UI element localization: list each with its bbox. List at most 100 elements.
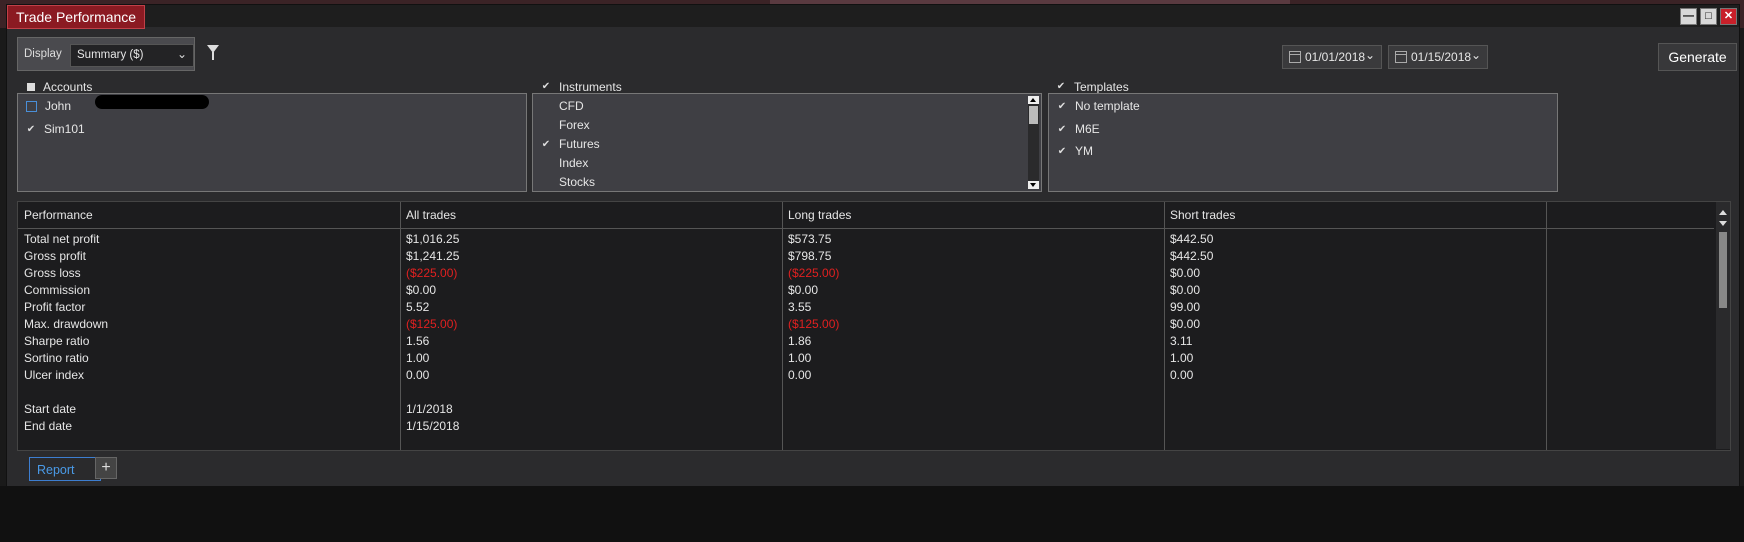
grid-cell: $573.75: [788, 232, 832, 246]
display-select-value: Summary ($): [77, 49, 144, 61]
column-header-short-trades[interactable]: Short trades: [1164, 202, 1714, 229]
tab-report[interactable]: Report: [29, 457, 101, 481]
scroll-thumb[interactable]: [1719, 232, 1727, 308]
grid-cell: 0.00: [788, 368, 812, 382]
close-button[interactable]: ✕: [1720, 8, 1737, 25]
grid-scrollbar[interactable]: [1716, 202, 1730, 449]
performance-grid: Performance All trades Long trades Short…: [17, 201, 1731, 451]
column-header-performance[interactable]: Performance: [18, 202, 400, 229]
grid-cell: Total net profit: [24, 232, 100, 246]
date-from-value: 01/01/2018: [1305, 50, 1366, 64]
instrument-cfd-label: CFD: [559, 99, 584, 113]
grid-cell: 0.00: [1170, 368, 1194, 382]
templates-header[interactable]: ✔ Templates: [1056, 79, 1129, 94]
template-item-m6e[interactable]: ✔ M6E: [1057, 122, 1100, 136]
templates-label: Templates: [1074, 79, 1129, 94]
accounts-header[interactable]: Accounts: [27, 79, 92, 94]
instrument-stocks-label: Stocks: [559, 175, 596, 189]
grid-cell: $0.00: [1170, 266, 1201, 280]
grid-cell: Gross profit: [24, 249, 87, 263]
instrument-item-forex[interactable]: Forex: [541, 118, 590, 132]
scroll-down-icon[interactable]: [1719, 221, 1727, 226]
instrument-index-label: Index: [559, 156, 589, 170]
scroll-up-icon[interactable]: [1719, 210, 1727, 215]
generate-button[interactable]: Generate: [1658, 43, 1737, 71]
instrument-stocks-checkbox[interactable]: [541, 178, 551, 188]
redaction-mark: [95, 95, 209, 109]
toolbar: Display Summary ($) ⌄ 01/01/2018 ⌄ 01/15…: [11, 35, 1737, 71]
templates-checkbox[interactable]: ✔: [1056, 81, 1066, 92]
scroll-up-icon[interactable]: [1028, 96, 1039, 104]
grid-cell: 5.52: [406, 300, 430, 314]
grid-cell: 3.11: [1170, 334, 1193, 348]
date-to-picker[interactable]: 01/15/2018 ⌄: [1388, 45, 1488, 69]
grid-cell: Profit factor: [24, 300, 86, 314]
grid-cell: Start date: [24, 402, 77, 416]
column-header-long-trades[interactable]: Long trades: [782, 202, 1164, 229]
grid-cell: $0.00: [788, 283, 819, 297]
grid-cell: 1.00: [788, 351, 812, 365]
instrument-futures-checkbox[interactable]: ✔: [541, 139, 551, 150]
scroll-down-icon[interactable]: [1028, 181, 1039, 189]
filter-icon[interactable]: [207, 45, 219, 60]
grid-cell: 1.56: [406, 334, 430, 348]
accounts-partial-checkbox[interactable]: [27, 82, 35, 91]
grid-cell: $442.50: [1170, 249, 1214, 263]
add-tab-button[interactable]: +: [95, 457, 117, 479]
scroll-thumb[interactable]: [1029, 106, 1038, 124]
template-ym-label: YM: [1075, 144, 1093, 158]
instrument-item-cfd[interactable]: CFD: [541, 99, 584, 113]
date-to-value: 01/15/2018: [1411, 50, 1472, 64]
template-none-checkbox[interactable]: ✔: [1057, 101, 1067, 112]
grid-cell: ($125.00): [788, 317, 840, 331]
grid-cell: $0.00: [406, 283, 437, 297]
grid-cell: Ulcer index: [24, 368, 85, 382]
grid-cell: Max. drawdown: [24, 317, 109, 331]
grid-cell: $0.00: [1170, 283, 1201, 297]
display-group: Display Summary ($) ⌄: [17, 37, 195, 71]
instrument-index-checkbox[interactable]: [541, 159, 551, 169]
instrument-item-stocks[interactable]: Stocks: [541, 175, 595, 189]
column-header-all-trades[interactable]: All trades: [400, 202, 782, 229]
template-m6e-checkbox[interactable]: ✔: [1057, 124, 1067, 135]
grid-cell: Gross loss: [24, 266, 81, 280]
instruments-checkbox[interactable]: ✔: [541, 81, 551, 92]
instrument-forex-checkbox[interactable]: [541, 121, 551, 131]
chevron-down-icon: ⌄: [1364, 48, 1375, 62]
grid-cell: Sharpe ratio: [24, 334, 90, 348]
grid-cell: $1,241.25: [406, 249, 460, 263]
grid-cell: ($225.00): [406, 266, 458, 280]
grid-cell: 1/1/2018: [406, 402, 453, 416]
grid-cell: Commission: [24, 283, 91, 297]
account-sim101-checkbox[interactable]: ✔: [26, 124, 36, 135]
account-item-sim101[interactable]: ✔ Sim101: [26, 122, 85, 136]
grid-cell: ($125.00): [406, 317, 458, 331]
instruments-label: Instruments: [559, 79, 622, 94]
column-divider: [782, 202, 783, 450]
column-divider: [1164, 202, 1165, 450]
account-item-john[interactable]: John: [26, 99, 71, 113]
template-ym-checkbox[interactable]: ✔: [1057, 146, 1067, 157]
column-divider: [400, 202, 401, 450]
template-item-ym[interactable]: ✔ YM: [1057, 144, 1093, 158]
instrument-cfd-checkbox[interactable]: [541, 102, 551, 112]
grid-cell: 1/15/2018: [406, 419, 460, 433]
title-bar[interactable]: Trade Performance — □ ✕: [7, 5, 1739, 29]
date-from-picker[interactable]: 01/01/2018 ⌄: [1282, 45, 1382, 69]
instrument-item-index[interactable]: Index: [541, 156, 588, 170]
minimize-button[interactable]: —: [1680, 8, 1697, 25]
chevron-down-icon: ⌄: [1470, 48, 1481, 62]
restore-button[interactable]: □: [1700, 8, 1717, 25]
instrument-item-futures[interactable]: ✔ Futures: [541, 137, 600, 151]
instruments-scrollbar[interactable]: [1028, 96, 1039, 189]
account-john-label: John: [45, 99, 72, 113]
grid-cell: $442.50: [1170, 232, 1214, 246]
display-select[interactable]: Summary ($) ⌄: [70, 44, 194, 67]
grid-cell: ($225.00): [788, 266, 840, 280]
template-item-none[interactable]: ✔ No template: [1057, 99, 1140, 113]
column-divider: [1546, 202, 1547, 450]
account-john-checkbox[interactable]: [26, 101, 37, 113]
background-chart: [0, 486, 1744, 542]
instruments-header[interactable]: ✔ Instruments: [541, 79, 622, 94]
instruments-list: CFD Forex ✔ Futures Index Stocks: [532, 93, 1042, 192]
